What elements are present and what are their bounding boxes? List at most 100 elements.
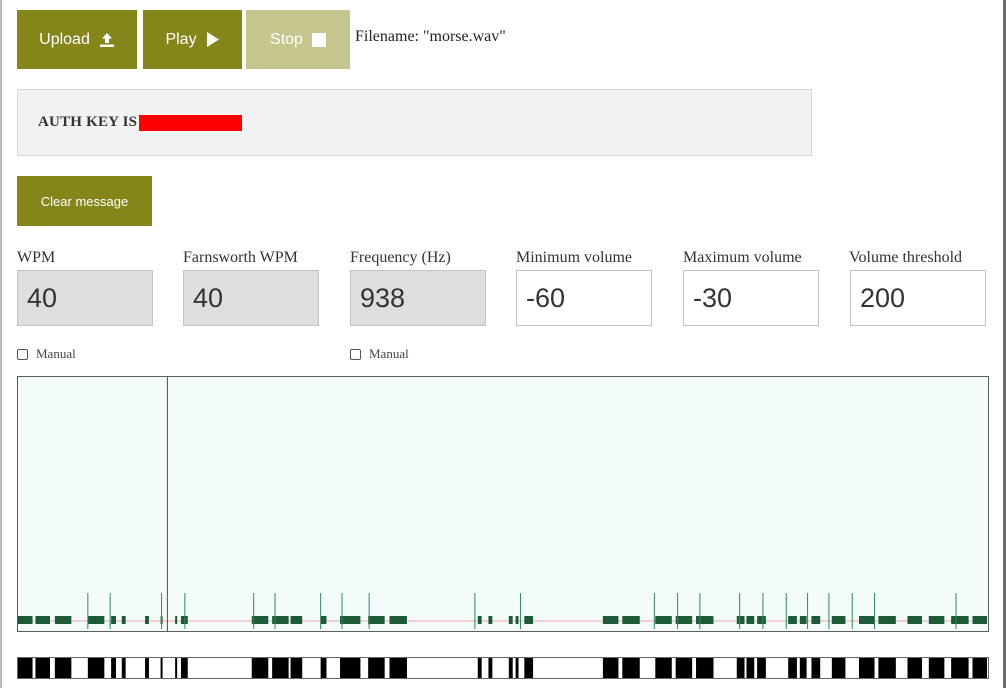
manual-wpm-checkbox[interactable]: Manual bbox=[17, 346, 76, 362]
redaction-bar bbox=[139, 115, 242, 131]
upload-button-label: Upload bbox=[39, 30, 90, 48]
signal-segment bbox=[831, 616, 846, 624]
morse-mark bbox=[488, 658, 493, 678]
morse-mark bbox=[320, 658, 327, 678]
decoded-message-box: AUTH KEY IS bbox=[17, 89, 812, 156]
morse-mark bbox=[858, 658, 875, 678]
morse-mark bbox=[175, 658, 178, 678]
morse-mark bbox=[272, 658, 289, 678]
morse-mark bbox=[788, 658, 797, 678]
signal-segment bbox=[320, 616, 327, 624]
signal-segment bbox=[675, 616, 693, 624]
stop-button[interactable]: Stop bbox=[246, 10, 350, 69]
volume-threshold-input[interactable]: 200 bbox=[850, 270, 986, 326]
frequency-label: Frequency (Hz) bbox=[350, 249, 451, 266]
morse-timeline-svg bbox=[18, 658, 988, 678]
morse-mark bbox=[655, 658, 672, 678]
morse-mark bbox=[121, 658, 126, 678]
morse-mark bbox=[696, 658, 714, 678]
morse-mark bbox=[111, 658, 116, 678]
signal-segment bbox=[488, 616, 493, 624]
signal-segment bbox=[655, 616, 672, 624]
max-volume-label: Maximum volume bbox=[683, 249, 802, 266]
manual-wpm-checkbox-box[interactable] bbox=[17, 348, 28, 360]
signal-segment bbox=[736, 616, 745, 624]
signal-segment bbox=[340, 616, 361, 624]
waveform-canvas[interactable] bbox=[17, 376, 989, 632]
frequency-input[interactable]: 938 bbox=[350, 270, 486, 326]
morse-mark bbox=[746, 658, 755, 678]
signal-segment bbox=[477, 616, 482, 624]
morse-mark bbox=[368, 658, 385, 678]
min-volume-input[interactable]: -60 bbox=[516, 270, 652, 326]
manual-frequency-checkbox[interactable]: Manual bbox=[350, 346, 409, 362]
morse-mark bbox=[477, 658, 482, 678]
upload-icon bbox=[99, 32, 115, 48]
signal-segment bbox=[524, 616, 534, 624]
signal-segment bbox=[951, 616, 969, 624]
signal-segment bbox=[368, 616, 385, 624]
signal-segment bbox=[389, 616, 407, 624]
signal-segment bbox=[121, 616, 126, 624]
signal-segment bbox=[251, 616, 269, 624]
waveform-svg bbox=[18, 377, 988, 631]
signal-segment bbox=[622, 616, 640, 624]
signal-segment bbox=[145, 616, 149, 624]
upload-button[interactable]: Upload bbox=[17, 10, 137, 69]
signal-segment bbox=[858, 616, 875, 624]
wpm-label: WPM bbox=[17, 249, 56, 266]
morse-mark bbox=[831, 658, 846, 678]
morse-mark bbox=[515, 658, 519, 678]
signal-segment bbox=[757, 616, 766, 624]
clear-message-button[interactable]: Clear message bbox=[17, 176, 152, 226]
morse-mark bbox=[675, 658, 693, 678]
morse-mark bbox=[907, 658, 923, 678]
signal-segment bbox=[799, 616, 807, 624]
morse-mark bbox=[757, 658, 766, 678]
signal-segment bbox=[515, 616, 519, 624]
signal-segment bbox=[54, 616, 72, 624]
morse-mark bbox=[951, 658, 969, 678]
play-button[interactable]: Play bbox=[143, 10, 242, 69]
morse-mark bbox=[180, 658, 188, 678]
morse-mark bbox=[389, 658, 407, 678]
signal-segment bbox=[602, 616, 619, 624]
signal-segment bbox=[175, 616, 178, 624]
manual-frequency-checkbox-box[interactable] bbox=[350, 348, 361, 360]
morse-timeline-strip bbox=[17, 657, 989, 679]
manual-frequency-label: Manual bbox=[369, 346, 409, 361]
signal-segment bbox=[35, 616, 51, 624]
signal-segment bbox=[907, 616, 923, 624]
signal-segment bbox=[290, 616, 303, 624]
signal-segment bbox=[508, 616, 513, 624]
min-volume-label: Minimum volume bbox=[516, 249, 632, 266]
play-button-label: Play bbox=[165, 30, 197, 48]
signal-segment bbox=[111, 616, 116, 624]
morse-mark bbox=[340, 658, 361, 678]
morse-mark bbox=[972, 658, 988, 678]
farnsworth-wpm-input[interactable]: 40 bbox=[183, 270, 319, 326]
signal-segment bbox=[87, 616, 105, 624]
morse-mark bbox=[54, 658, 72, 678]
morse-mark bbox=[622, 658, 640, 678]
signal-segment bbox=[972, 616, 988, 624]
farnsworth-wpm-label: Farnsworth WPM bbox=[183, 249, 298, 266]
max-volume-input[interactable]: -30 bbox=[683, 270, 819, 326]
morse-mark bbox=[928, 658, 945, 678]
morse-mark bbox=[508, 658, 513, 678]
wpm-input[interactable]: 40 bbox=[17, 270, 153, 326]
signal-segment bbox=[878, 616, 896, 624]
volume-threshold-label: Volume threshold bbox=[849, 249, 963, 266]
signal-segment bbox=[18, 616, 33, 624]
play-icon bbox=[206, 32, 220, 47]
morse-mark bbox=[602, 658, 619, 678]
morse-mark bbox=[811, 658, 821, 678]
signal-segment bbox=[788, 616, 797, 624]
morse-mark bbox=[878, 658, 896, 678]
decoded-message-text: AUTH KEY IS bbox=[38, 114, 138, 130]
signal-segment bbox=[746, 616, 755, 624]
morse-mark bbox=[736, 658, 745, 678]
morse-mark bbox=[290, 658, 303, 678]
morse-mark bbox=[35, 658, 51, 678]
morse-mark bbox=[524, 658, 534, 678]
